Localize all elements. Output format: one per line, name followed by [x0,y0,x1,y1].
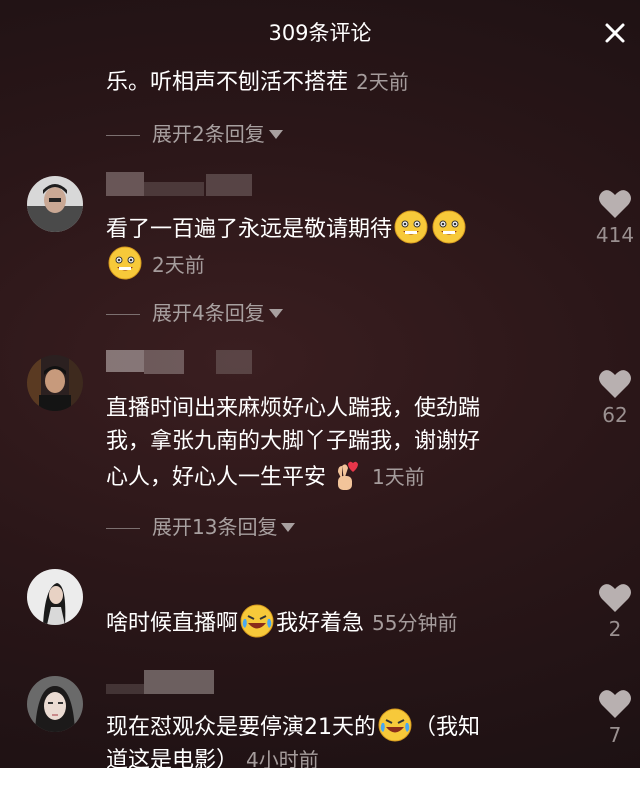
comment-body: 看了一百遍了永远是敬请期待 [106,217,393,242]
grin-emoji [394,210,428,244]
chevron-down-icon [268,309,283,318]
close-icon[interactable] [600,18,630,48]
username-blurred[interactable] [106,668,256,694]
comment-body-line: 直播时间出来麻烦好心人踹我，使劲踹 [106,396,481,421]
like-count: 414 [595,223,635,247]
comment-text: 直播时间出来麻烦好心人踹我，使劲踹 我，拿张九南的大脚丫子踹我，谢谢好 心人，好心人… [106,392,566,494]
grin-emoji [432,210,466,244]
expand-replies-label: 展开13条回复 [152,515,278,539]
divider-line [106,528,140,529]
rofl-emoji [240,604,274,638]
heart-icon[interactable] [598,188,632,220]
comment-body-line: 我，拿张九南的大脚丫子踹我，谢谢好 [106,429,481,454]
comment-text: 现在怼观众是要停演21天的 （我知 道这是电影） 4小时前 [106,708,566,777]
like-count: 62 [602,403,628,427]
comments-panel: 309条评论 乐。听相声不刨活不搭茬 2天前 展开2条回复 看了一百遍了永远是敬请… [0,0,640,788]
username-blurred[interactable] [106,348,256,374]
comment-body: 乐。听相声不刨活不搭茬 [106,70,349,95]
chevron-down-icon [268,130,283,139]
comment-time: 1天前 [372,465,425,489]
comment-text: 啥时候直播啊 我好着急 55分钟前 [106,604,566,640]
like-count: 7 [608,723,622,747]
username-blurred[interactable] [106,170,256,196]
comment-body-line: 心人，好心人一生平安 [106,465,327,490]
comment-body: （我知 [414,715,481,740]
divider-line [106,314,140,315]
comment-text: 乐。听相声不刨活不搭茬 2天前 [106,66,566,99]
comment-count-title: 309条评论 [268,21,372,45]
expand-replies-label: 展开2条回复 [152,122,265,146]
avatar[interactable] [27,676,83,732]
comment-body: 现在怼观众是要停演21天的 [106,715,376,740]
rofl-emoji [378,708,412,742]
comment-time: 55分钟前 [372,611,458,635]
heart-fingers-emoji [338,461,359,490]
like-button[interactable]: 414 [590,188,640,248]
grin-emoji [108,246,142,280]
comment-body: 我好着急 [276,611,365,636]
comment-time: 2天前 [356,70,409,94]
divider-line [106,135,140,136]
like-button[interactable]: 7 [590,688,640,748]
heart-icon[interactable] [598,368,632,400]
heart-icon[interactable] [598,688,632,720]
avatar[interactable] [27,569,83,625]
comment-time: 2天前 [152,253,205,277]
avatar[interactable] [27,176,83,232]
comment-body: 啥时候直播啊 [106,611,239,636]
like-button[interactable]: 62 [590,368,640,428]
expand-replies-button[interactable]: 展开4条回复 [106,298,283,328]
expand-replies-button[interactable]: 展开13条回复 [106,512,296,542]
avatar[interactable] [27,355,83,411]
heart-icon[interactable] [598,582,632,614]
chevron-down-icon [281,523,296,532]
expand-replies-label: 展开4条回复 [152,301,265,325]
comment-text: 看了一百遍了永远是敬请期待 2天前 [106,210,566,282]
bottom-bar [0,768,640,788]
expand-replies-button[interactable]: 展开2条回复 [106,119,283,149]
like-button[interactable]: 2 [590,582,640,642]
like-count: 2 [608,617,622,641]
